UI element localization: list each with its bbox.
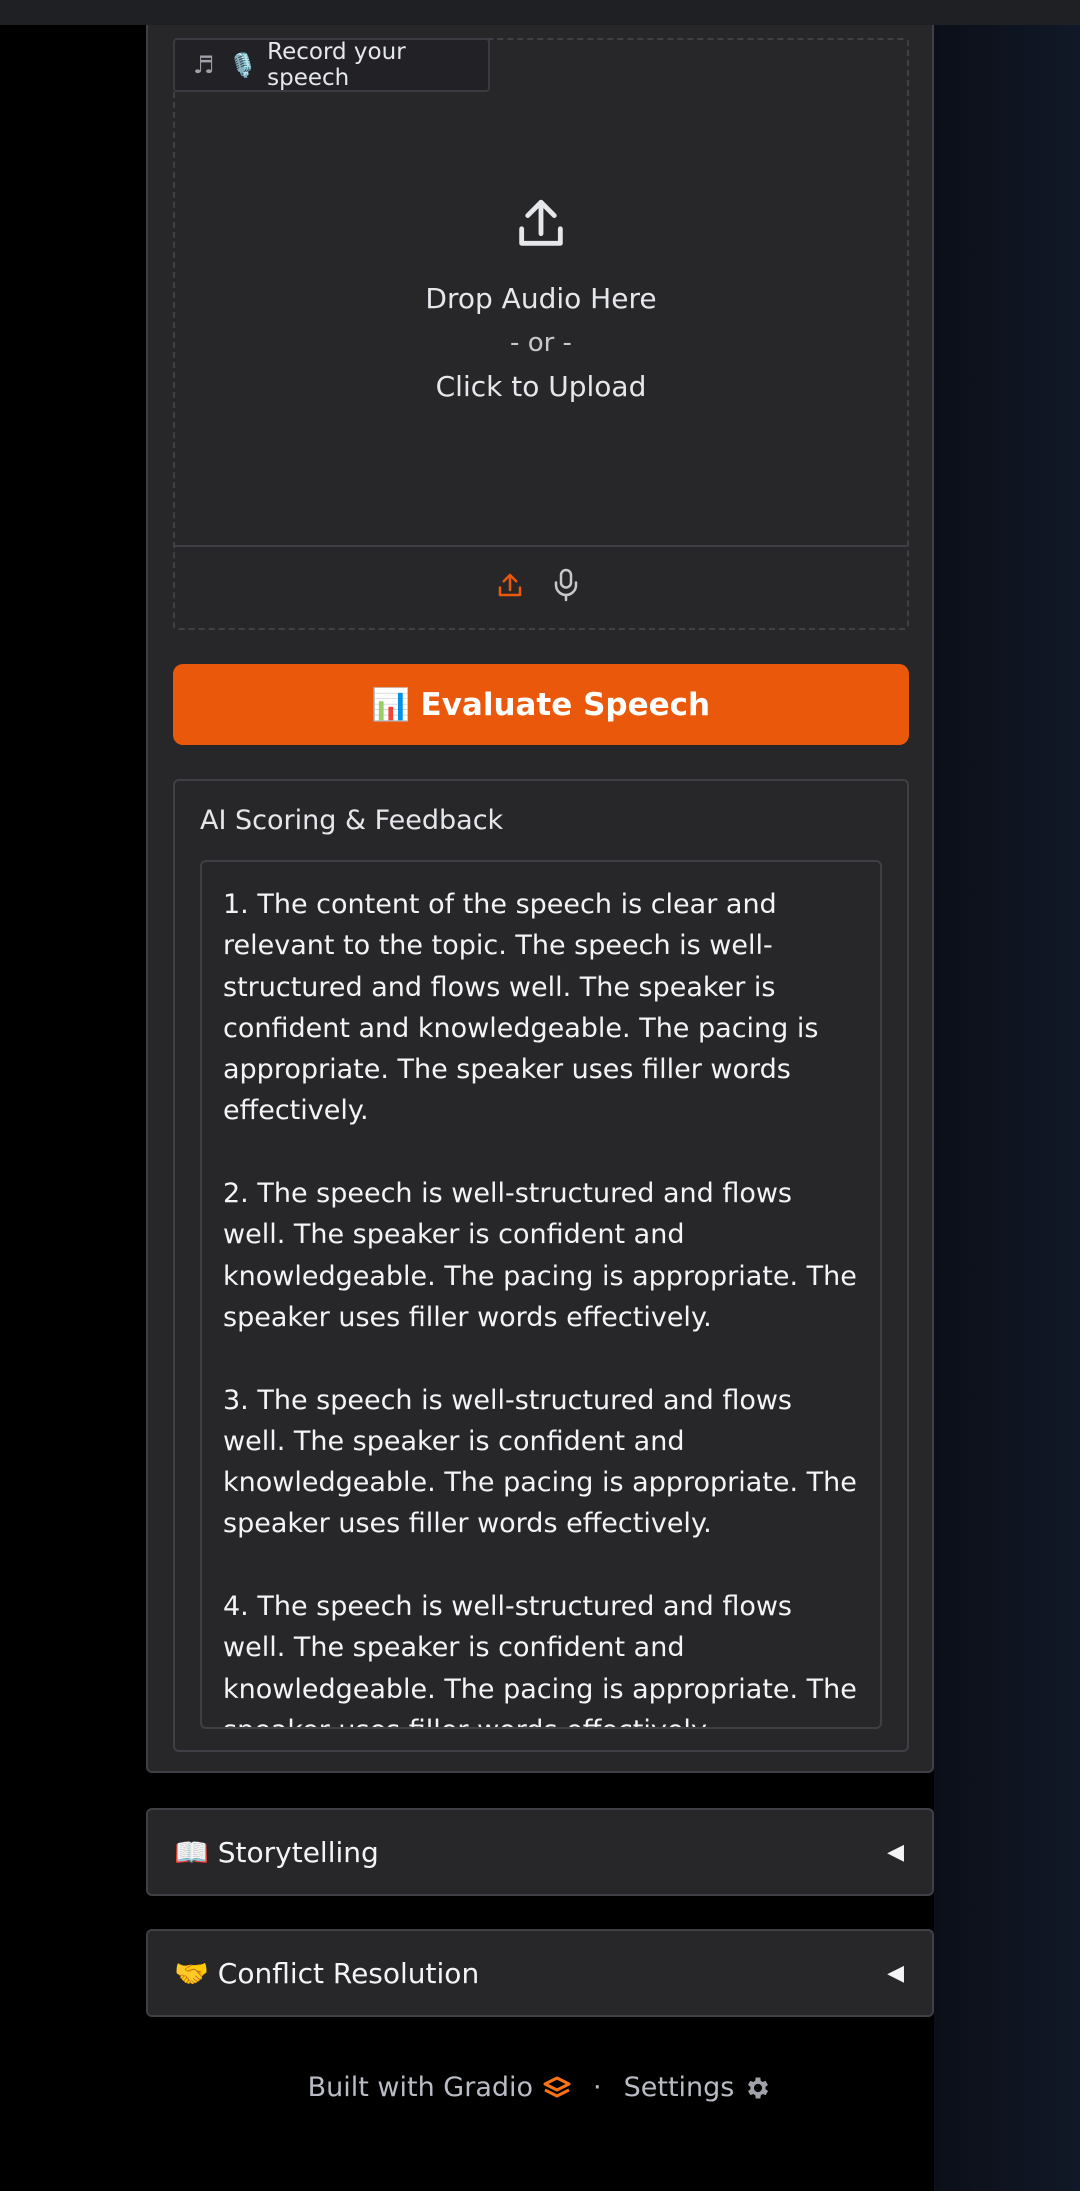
top-bar: [0, 0, 1080, 25]
microphone-source-button[interactable]: [549, 565, 583, 605]
or-text: - or -: [510, 328, 572, 358]
gradio-logo-icon: [543, 2076, 571, 2097]
audio-divider: [175, 545, 907, 547]
evaluate-speech-button[interactable]: 📊 Evaluate Speech: [173, 664, 909, 745]
page-edge-strip: [934, 25, 1080, 2191]
audio-component-label: ♬ 🎙️ Record your speech: [173, 38, 490, 92]
footer-separator: ·: [593, 2072, 602, 2103]
built-with-gradio-link[interactable]: Built with Gradio: [308, 2072, 571, 2103]
feedback-textbox[interactable]: 1. The content of the speech is clear an…: [200, 860, 882, 1729]
chart-emoji-icon: 📊: [371, 687, 411, 723]
upload-source-icon: [498, 573, 522, 597]
feedback-title: AI Scoring & Feedback: [200, 805, 504, 836]
drop-audio-text: Drop Audio Here: [425, 282, 657, 315]
built-with-gradio-text: Built with Gradio: [307, 2072, 534, 2103]
audio-label-text: Record your speech: [267, 39, 406, 91]
microphone-icon: [554, 568, 578, 602]
accordion-storytelling[interactable]: 📖 Storytelling ◀: [146, 1808, 934, 1896]
collapse-arrow-icon: ◀: [887, 1960, 904, 1986]
audio-source-selector: [493, 565, 583, 605]
accordion-conflict-resolution-label: 🤝 Conflict Resolution: [174, 1956, 480, 1990]
upload-source-button[interactable]: [493, 565, 527, 605]
music-note-icon: ♬: [193, 51, 215, 79]
upload-icon: [519, 199, 563, 246]
gear-icon: [748, 2077, 769, 2098]
settings-link[interactable]: Settings: [624, 2072, 773, 2103]
upload-prompt[interactable]: Drop Audio Here - or - Click to Upload: [173, 195, 909, 409]
settings-text: Settings: [623, 2072, 735, 2103]
microphone-emoji: 🎙️: [228, 52, 258, 79]
accordion-conflict-resolution[interactable]: 🤝 Conflict Resolution ◀: [146, 1929, 934, 2017]
collapse-arrow-icon: ◀: [887, 1839, 904, 1865]
footer: Built with Gradio · Settings: [0, 2072, 1080, 2103]
accordion-storytelling-label: 📖 Storytelling: [174, 1835, 379, 1869]
evaluate-speech-label: Evaluate Speech: [420, 686, 711, 723]
click-to-upload-text: Click to Upload: [435, 370, 647, 403]
